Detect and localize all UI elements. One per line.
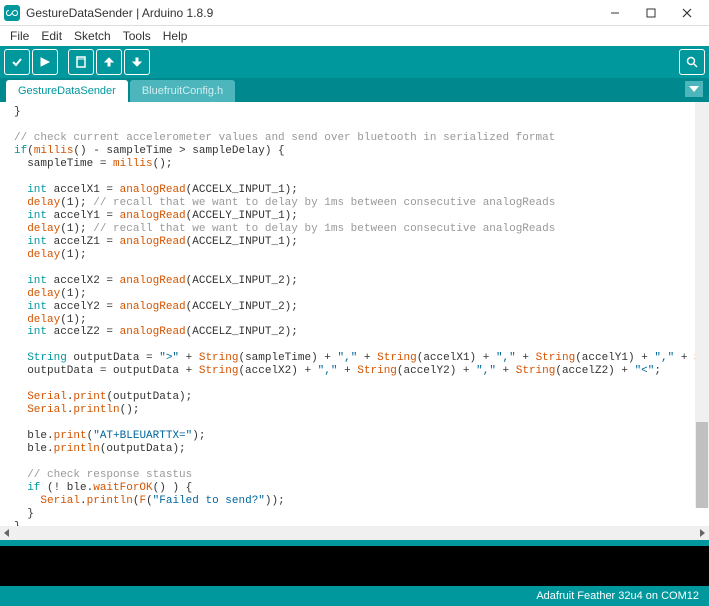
- menu-help[interactable]: Help: [157, 27, 194, 45]
- statusbar: Adafruit Feather 32u4 on COM12: [0, 586, 709, 606]
- save-button[interactable]: [124, 49, 150, 75]
- board-status: Adafruit Feather 32u4 on COM12: [536, 590, 699, 602]
- scroll-left-icon[interactable]: [0, 527, 14, 539]
- verify-button[interactable]: [4, 49, 30, 75]
- minimize-button[interactable]: [597, 2, 633, 24]
- horizontal-scrollbar[interactable]: [0, 526, 709, 540]
- vertical-scrollbar[interactable]: [695, 102, 709, 508]
- window-title: GestureDataSender | Arduino 1.8.9: [26, 6, 597, 20]
- open-button[interactable]: [96, 49, 122, 75]
- tabbar: GestureDataSender BluefruitConfig.h: [0, 78, 709, 102]
- close-button[interactable]: [669, 2, 705, 24]
- code-editor[interactable]: } // check current accelerometer values …: [0, 102, 709, 526]
- tab-active[interactable]: GestureDataSender: [6, 80, 128, 102]
- arduino-app-icon: [4, 5, 20, 21]
- menu-tools[interactable]: Tools: [117, 27, 157, 45]
- scrollbar-thumb[interactable]: [696, 422, 708, 508]
- maximize-button[interactable]: [633, 2, 669, 24]
- serial-monitor-button[interactable]: [679, 49, 705, 75]
- tab-menu-button[interactable]: [685, 81, 703, 97]
- tab-inactive[interactable]: BluefruitConfig.h: [130, 80, 235, 102]
- menu-file[interactable]: File: [4, 27, 35, 45]
- scroll-right-icon[interactable]: [695, 527, 709, 539]
- menubar: File Edit Sketch Tools Help: [0, 26, 709, 46]
- upload-button[interactable]: [32, 49, 58, 75]
- new-button[interactable]: [68, 49, 94, 75]
- toolbar: [0, 46, 709, 78]
- menu-sketch[interactable]: Sketch: [68, 27, 117, 45]
- titlebar: GestureDataSender | Arduino 1.8.9: [0, 0, 709, 26]
- console-output[interactable]: [0, 546, 709, 586]
- menu-edit[interactable]: Edit: [35, 27, 68, 45]
